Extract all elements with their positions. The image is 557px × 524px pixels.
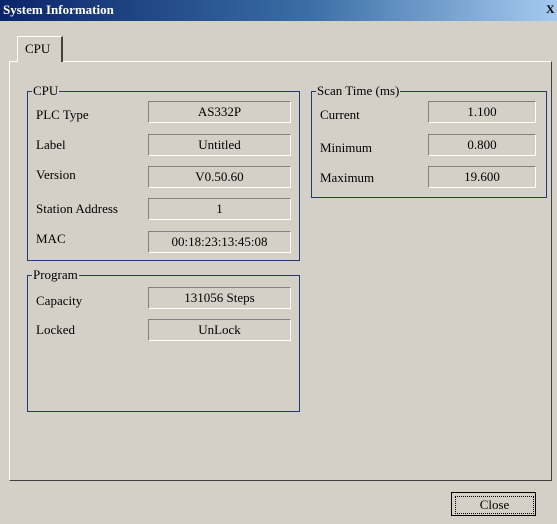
version-label: Version xyxy=(36,167,76,182)
current-label: Current xyxy=(320,107,360,122)
title-bar: System Information X xyxy=(0,0,557,21)
station-address-label: Station Address xyxy=(36,201,118,216)
window-title: System Information xyxy=(3,2,114,17)
plc-type-label: PLC Type xyxy=(36,107,89,122)
maximum-value: 19.600 xyxy=(428,166,536,188)
capacity-label: Capacity xyxy=(36,293,83,308)
current-value: 1.100 xyxy=(428,101,536,123)
label-value: Untitled xyxy=(148,134,291,156)
locked-label: Locked xyxy=(36,322,75,337)
tab-cpu[interactable]: CPU xyxy=(17,36,63,62)
mac-label: MAC xyxy=(36,231,66,246)
plc-type-value: AS332P xyxy=(148,101,291,123)
station-address-value: 1 xyxy=(148,198,291,220)
minimum-value: 0.800 xyxy=(428,134,536,156)
locked-value: UnLock xyxy=(148,319,291,341)
tab-cpu-label: CPU xyxy=(25,41,51,56)
minimum-label: Minimum xyxy=(320,140,373,155)
mac-value: 00:18:23:13:45:08 xyxy=(148,231,291,253)
window-close-button[interactable]: X xyxy=(546,2,556,17)
maximum-label: Maximum xyxy=(320,170,375,185)
program-group-legend: Program xyxy=(32,267,79,283)
version-value: V0.50.60 xyxy=(148,166,291,188)
close-button[interactable]: Close xyxy=(451,492,536,516)
label-label: Label xyxy=(36,137,66,152)
capacity-value: 131056 Steps xyxy=(148,287,291,309)
cpu-group-legend: CPU xyxy=(32,83,60,99)
scan-time-group-legend: Scan Time (ms) xyxy=(316,83,401,99)
close-button-label: Close xyxy=(455,496,534,514)
